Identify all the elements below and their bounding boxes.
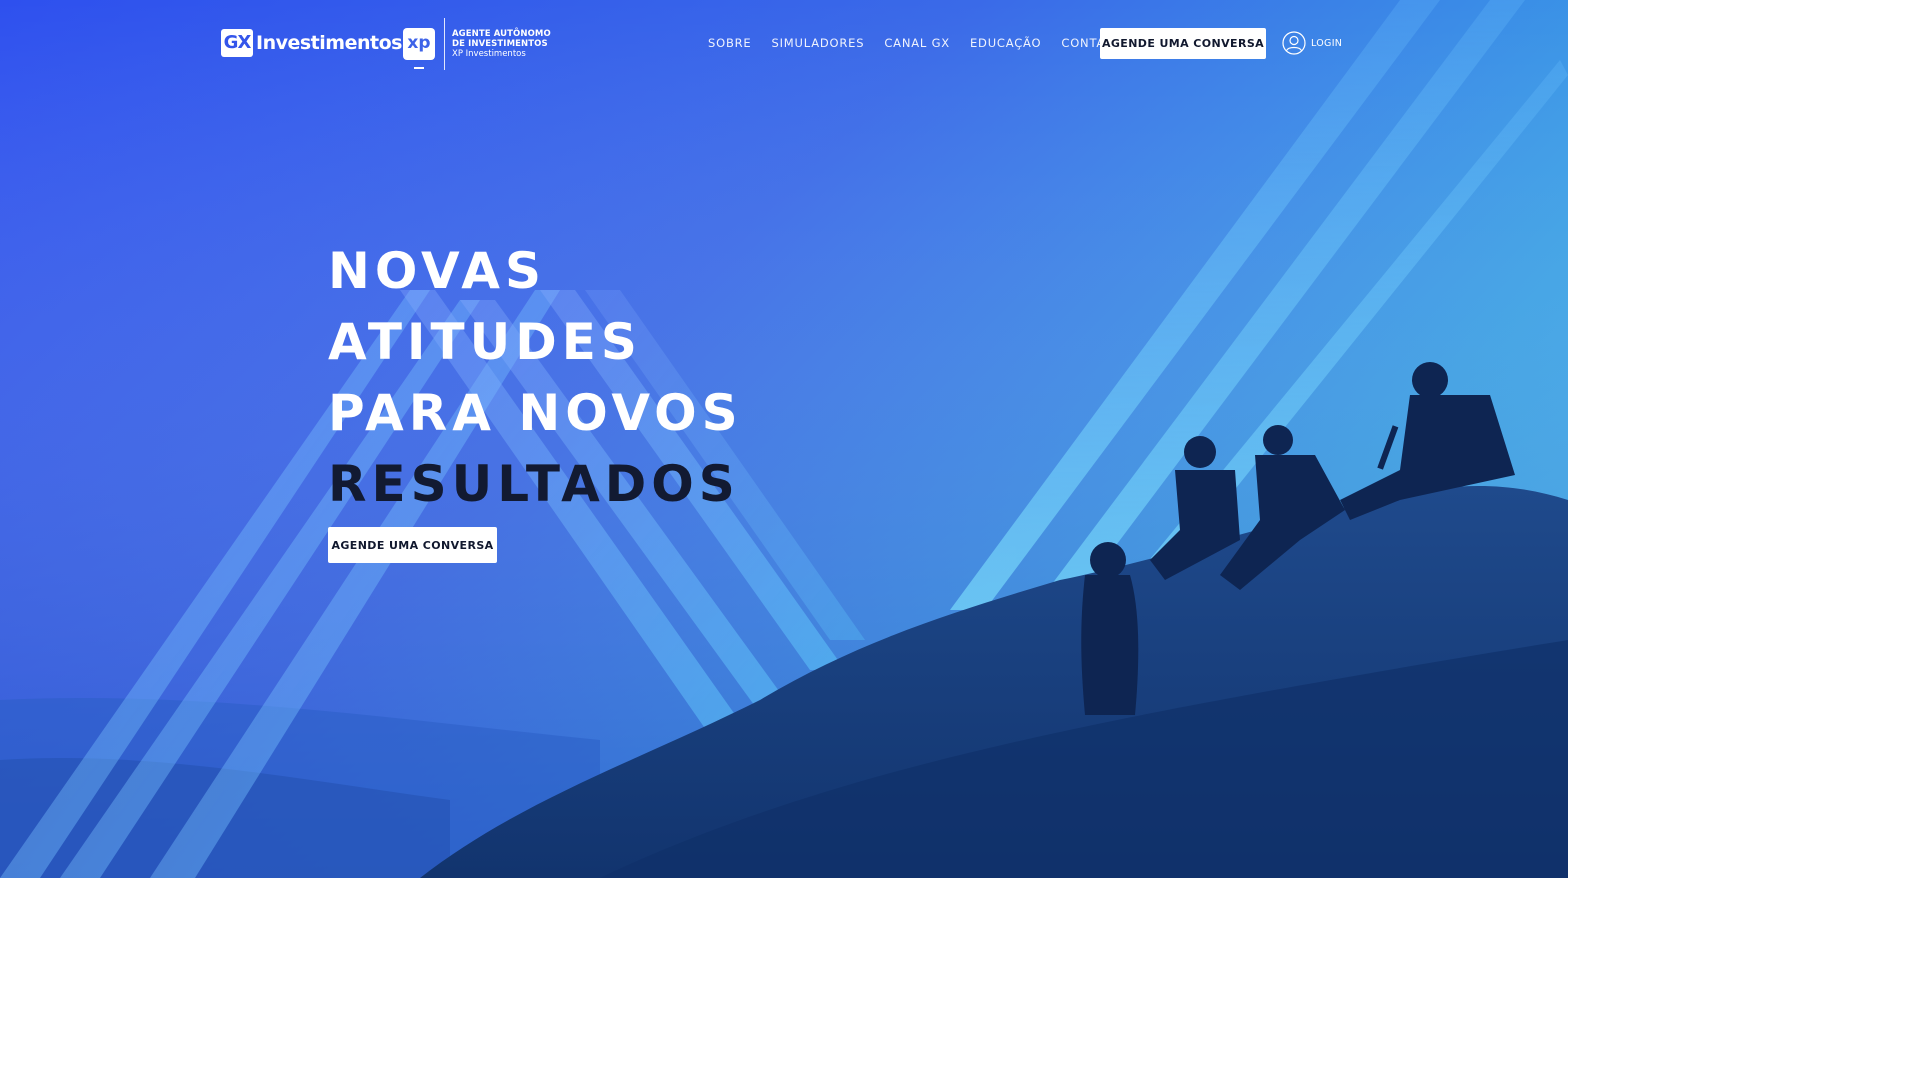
- xp-logo-mark: xp: [403, 28, 435, 69]
- login-link[interactable]: LOGIN: [1282, 31, 1342, 55]
- hero-headline: NOVAS ATITUDES PARA NOVOS RESULTADOS: [328, 236, 743, 520]
- hero-section: GX Investimentos xp AGENTE AUTÔNOMO DE I…: [0, 0, 1568, 878]
- xp-logo-divider: [444, 18, 445, 70]
- xp-logo-line3: XP Investimentos: [452, 49, 526, 59]
- headline-line-2: ATITUDES: [328, 313, 642, 371]
- user-icon: [1282, 31, 1306, 55]
- hero-schedule-button[interactable]: AGENDE UMA CONVERSA: [328, 527, 497, 563]
- site-header: GX Investimentos xp AGENTE AUTÔNOMO DE I…: [0, 0, 1568, 86]
- gx-logo-mark: GX: [221, 29, 253, 57]
- login-label: LOGIN: [1311, 37, 1343, 49]
- gx-logo[interactable]: GX Investimentos: [221, 28, 402, 58]
- headline-line-4: RESULTADOS: [328, 455, 740, 513]
- nav-item-simuladores[interactable]: SIMULADORES: [772, 36, 865, 50]
- headline-line-1: NOVAS: [328, 242, 547, 300]
- header-schedule-button[interactable]: AGENDE UMA CONVERSA: [1100, 28, 1266, 59]
- xp-logo-line1: AGENTE AUTÔNOMO: [452, 29, 551, 39]
- xp-logo-line2: DE INVESTIMENTOS: [452, 39, 548, 49]
- hero-background-image: [0, 0, 1568, 878]
- nav-item-educacao[interactable]: EDUCAÇÃO: [970, 36, 1041, 50]
- xp-logo[interactable]: xp AGENTE AUTÔNOMO DE INVESTIMENTOS XP I…: [403, 18, 551, 70]
- xp-logo-text: AGENTE AUTÔNOMO DE INVESTIMENTOS XP Inve…: [452, 29, 551, 59]
- nav-item-canal-gx[interactable]: CANAL GX: [884, 36, 950, 50]
- main-nav: SOBRE SIMULADORES CANAL GX EDUCAÇÃO CONT…: [708, 35, 1142, 51]
- nav-item-sobre[interactable]: SOBRE: [708, 36, 752, 50]
- gx-logo-word: Investimentos: [256, 32, 402, 54]
- headline-line-3: PARA NOVOS: [328, 384, 743, 442]
